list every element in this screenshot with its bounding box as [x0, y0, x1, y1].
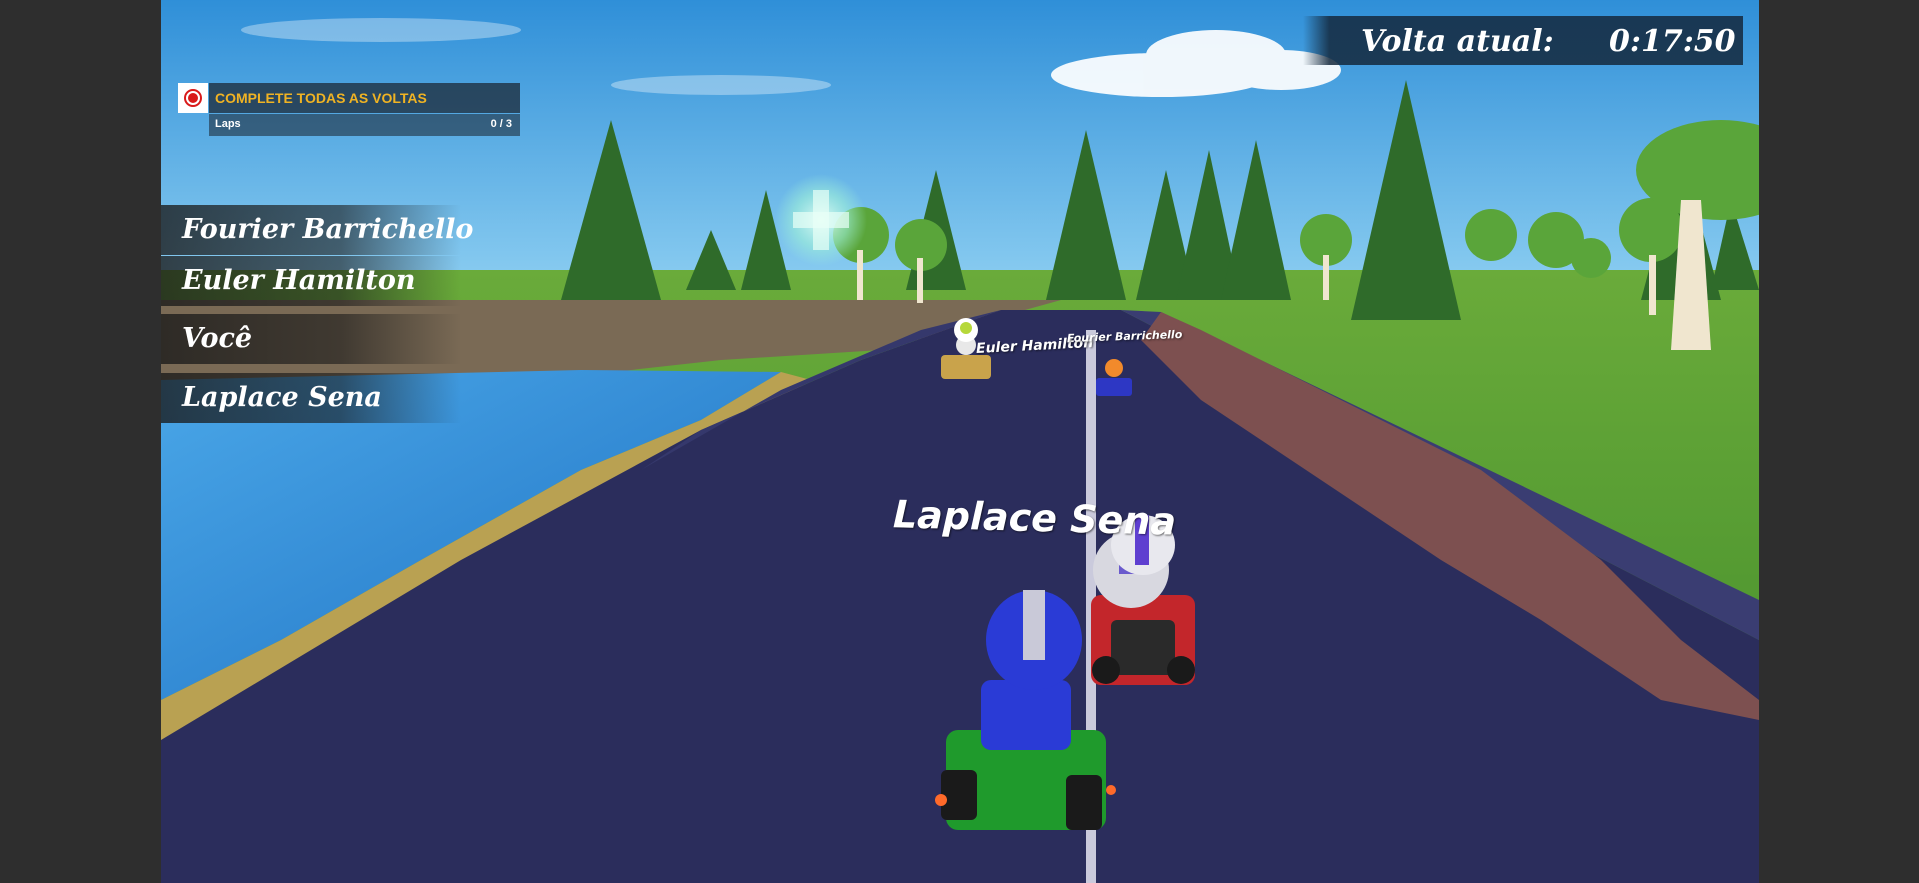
- kart-name-tag-near: Laplace Sena: [892, 492, 1177, 544]
- lap-timer: Volta atual: 0:17:50: [1303, 16, 1743, 65]
- standing-row-2: Euler Hamilton: [161, 256, 461, 306]
- target-icon: [178, 83, 208, 113]
- standing-row-3: Você: [161, 314, 461, 364]
- lap-timer-label: Volta atual:: [1361, 24, 1554, 59]
- laps-value: 0 / 3: [490, 118, 512, 130]
- objective-panel: COMPLETE TODAS AS VOLTAS Laps 0 / 3: [178, 83, 520, 136]
- objective-progress: Laps 0 / 3: [209, 114, 520, 136]
- lap-timer-value: 0:17:50: [1609, 24, 1736, 59]
- standing-row-4: Laplace Sena: [161, 373, 461, 423]
- laps-label: Laps: [215, 118, 241, 130]
- standing-row-1: Fourier Barrichello: [161, 205, 473, 255]
- objective-title: COMPLETE TODAS AS VOLTAS: [209, 83, 520, 113]
